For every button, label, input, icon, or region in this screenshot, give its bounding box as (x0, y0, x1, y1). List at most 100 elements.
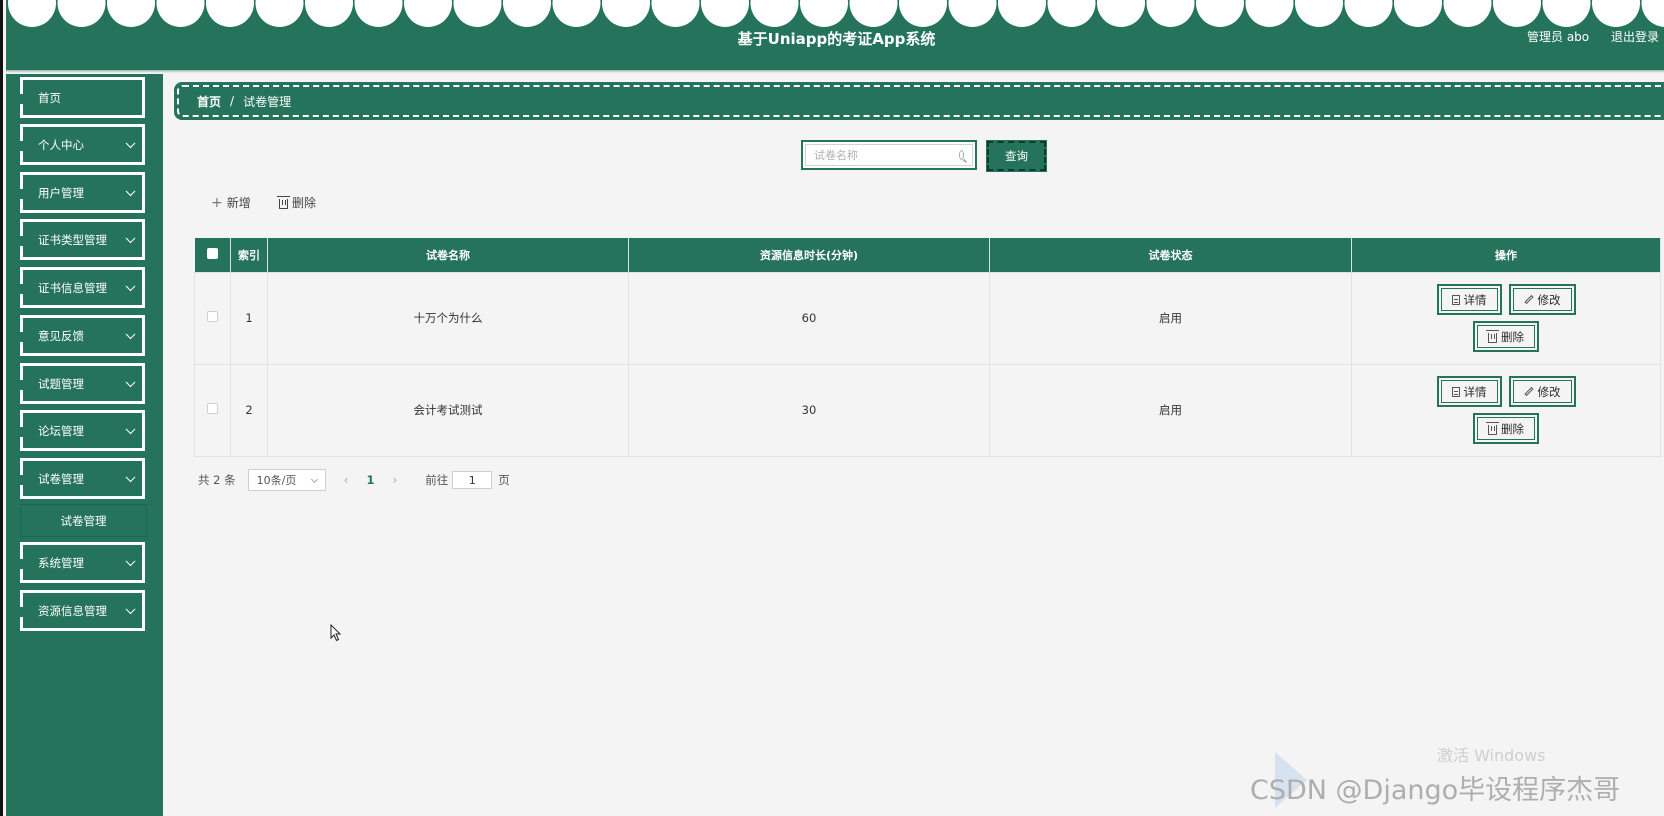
app-window: 基于Uniapp的考证App系统 管理员 abo 退出登录 首页个人中心用户管理… (0, 0, 1664, 816)
sidebar-subitem-exam-paper[interactable]: 试卷管理 (20, 504, 147, 537)
edit-button[interactable]: 修改 (1508, 376, 1576, 407)
page-size-value: 10条/页 (256, 474, 297, 487)
total-count: 共 2 条 (198, 473, 236, 487)
sidebar-item-label: 试卷管理 (38, 471, 84, 486)
sidebar-item-notch (20, 607, 23, 617)
sidebar-item-9[interactable]: 系统管理 (20, 542, 145, 583)
sidebar-item-6[interactable]: 试题管理 (20, 363, 145, 404)
goto-page-input[interactable] (452, 471, 493, 489)
row-checkbox[interactable] (207, 311, 218, 322)
detail-button[interactable]: 详情 (1436, 284, 1502, 315)
goto-label: 前往 (425, 473, 449, 487)
sidebar-item-label: 证书信息管理 (38, 280, 107, 295)
scallop-shape (1394, 0, 1442, 27)
sidebar-item-2[interactable]: 用户管理 (20, 172, 145, 213)
logout-link[interactable]: 退出登录 (1611, 30, 1659, 44)
sidebar-item-notch (20, 236, 23, 246)
scallop-shape (305, 0, 353, 27)
scallop-shape (354, 0, 403, 27)
sidebar-item-label: 首页 (38, 90, 61, 105)
scallop-shape (1196, 0, 1244, 27)
page-size-select[interactable]: 10条/页 (247, 469, 326, 491)
sidebar-item-10[interactable]: 资源信息管理 (20, 590, 145, 631)
next-page-button[interactable]: › (392, 473, 397, 487)
exam-paper-table: 索引 试卷名称 资源信息时长(分钟) 试卷状态 操作 1 十万个为什么 60 启用 详情… (194, 238, 1661, 457)
scallop-shape (849, 0, 898, 27)
sidebar-item-4[interactable]: 证书信息管理 (20, 267, 145, 308)
exam-name-search-input[interactable] (814, 148, 959, 162)
table-row: 1 十万个为什么 60 启用 详情 修改 删除 (194, 271, 1661, 365)
sidebar-item-notch (20, 427, 23, 437)
breadcrumb-home-link[interactable]: 首页 (197, 93, 221, 110)
add-button-label: 新增 (226, 196, 251, 210)
sidebar-item-label: 个人中心 (38, 137, 84, 152)
document-icon (1451, 294, 1460, 305)
sidebar-item-0[interactable]: 首页 (20, 77, 145, 118)
table-row: 2 会计考试测试 30 启用 详情 修改 删除 (194, 363, 1661, 457)
csdn-watermark: CSDN @Django毕设程序杰哥 (1250, 775, 1621, 806)
mouse-cursor-icon (330, 624, 342, 642)
edit-button[interactable]: 修改 (1508, 284, 1576, 315)
sidebar-item-label: 系统管理 (38, 555, 84, 570)
sidebar-item-label: 证书类型管理 (38, 232, 107, 247)
scallop-shape (57, 0, 106, 27)
row-select-cell (194, 271, 231, 365)
select-all-header (194, 238, 231, 272)
document-icon (1451, 386, 1460, 397)
scallop-shape (404, 0, 452, 27)
search-box (801, 140, 977, 170)
detail-button[interactable]: 详情 (1436, 376, 1502, 407)
delete-label: 删除 (1501, 421, 1524, 436)
sidebar-item-notch (20, 189, 23, 199)
scallop-shape (1097, 0, 1145, 27)
search-icon (959, 150, 964, 160)
plus-icon: + (211, 194, 223, 211)
scallop-shape (899, 0, 947, 27)
header-scallop-decoration (8, 0, 1664, 27)
row-duration: 30 (628, 363, 990, 457)
scallop-shape (800, 0, 848, 27)
add-button[interactable]: + 新增 (211, 194, 251, 211)
sidebar-item-3[interactable]: 证书类型管理 (20, 219, 145, 260)
sidebar: 首页个人中心用户管理证书类型管理 证书信息管理 意见反馈试题管理论坛管理试卷管理系统… (6, 74, 163, 816)
scallop-shape (651, 0, 700, 27)
column-header-status: 试卷状态 (989, 238, 1352, 272)
chevron-down-icon (125, 280, 136, 291)
page-unit-label: 页 (498, 473, 510, 487)
pencil-icon (1523, 386, 1534, 397)
batch-delete-button[interactable]: 删除 (277, 194, 316, 211)
sidebar-item-notch (20, 94, 23, 104)
page-number-current[interactable]: 1 (366, 473, 374, 487)
scallop-shape (998, 0, 1046, 27)
scallop-shape (453, 0, 502, 27)
scallop-shape (701, 0, 749, 27)
sidebar-item-1[interactable]: 个人中心 (20, 124, 145, 165)
scallop-shape (1443, 0, 1492, 27)
trash-icon (277, 195, 290, 209)
sidebar-item-label: 资源信息管理 (38, 603, 107, 618)
row-checkbox[interactable] (207, 403, 218, 414)
column-header-duration: 资源信息时长(分钟) (628, 238, 990, 272)
scallop-shape (503, 0, 551, 27)
pencil-icon (1523, 294, 1534, 305)
top-header: 基于Uniapp的考证App系统 管理员 abo 退出登录 (6, 0, 1664, 70)
prev-page-button[interactable]: ‹ (344, 473, 349, 487)
scallop-shape (750, 0, 799, 27)
sidebar-item-5[interactable]: 意见反馈 (20, 315, 145, 356)
sidebar-item-label: 试题管理 (38, 376, 84, 391)
delete-button[interactable]: 删除 (1473, 321, 1539, 352)
chevron-down-icon (125, 471, 136, 482)
row-index: 2 (230, 363, 268, 457)
sidebar-item-notch (20, 475, 23, 485)
sidebar-item-label: 意见反馈 (38, 328, 84, 343)
query-button[interactable]: 查询 (986, 140, 1047, 172)
sidebar-item-8[interactable]: 试卷管理 (20, 458, 145, 499)
row-actions: 详情 修改删除 (1351, 271, 1661, 365)
scallop-shape (1641, 0, 1664, 27)
select-all-checkbox[interactable] (206, 247, 218, 259)
row-status: 启用 (989, 271, 1352, 365)
sidebar-item-7[interactable]: 论坛管理 (20, 410, 145, 451)
scallop-shape (948, 0, 997, 27)
sidebar-item-notch (20, 141, 23, 151)
delete-button[interactable]: 删除 (1473, 413, 1539, 444)
